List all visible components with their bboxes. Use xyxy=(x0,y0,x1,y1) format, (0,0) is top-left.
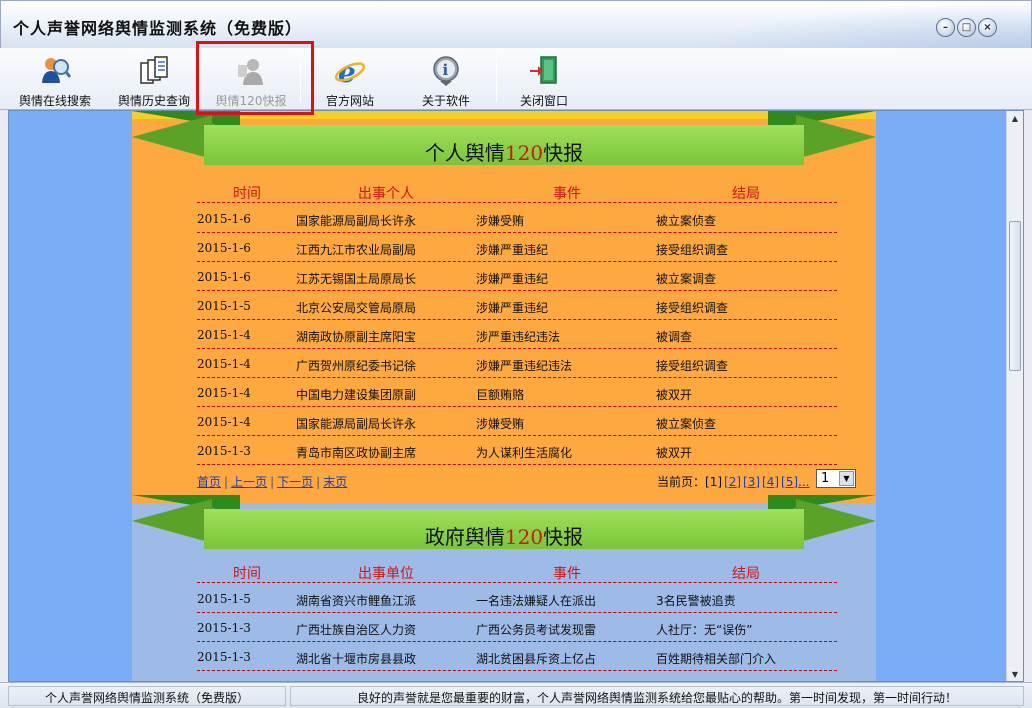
page-link-3[interactable]: [3] xyxy=(743,475,760,489)
history-query-button[interactable]: 舆情历史查询 xyxy=(109,52,199,108)
about-software-button[interactable]: i 关于软件 xyxy=(401,52,491,108)
exit-door-icon xyxy=(530,56,557,84)
pager: 首页 | 上一页 | 下一页 | 末页 当前页：[1] [2] [3] [4] [5]... 1 ▼ xyxy=(197,467,857,491)
table-row[interactable]: 2015-1-3 广西壮族自治区人力资 广西公务员考试发现雷 人社厅：无“误伤” xyxy=(197,613,837,642)
table-row[interactable]: 2015-1-6 江苏无锡国土局原局长 涉嫌严重违纪 被立案调查 xyxy=(197,262,837,291)
current-page-label: 当前页： xyxy=(657,475,706,489)
close-icon[interactable]: × xyxy=(978,18,997,37)
status-slogan: 良好的声誉就是您最重要的财富，个人声誉网络舆情监测系统给您最贴心的帮助。第一时间… xyxy=(290,686,1024,706)
chevron-down-icon[interactable]: ▼ xyxy=(839,471,854,486)
table-row[interactable]: 2015-1-4 广西贺州原纪委书记徐 涉嫌严重违纪违法 接受组织调查 xyxy=(197,349,837,378)
table-row[interactable]: 2015-1-4 国家能源局副局长许永 涉嫌受贿 被立案侦查 xyxy=(197,407,837,436)
table-row[interactable]: 2015-1-4 中国电力建设集团原副 巨额贿赂 被双开 xyxy=(197,378,837,407)
content-area: 个人舆情120快报 时间 出事个人 事件 结局 2015-1-6 国家能源局副局长… xyxy=(8,110,1024,682)
column-person: 出事个人 xyxy=(358,186,414,202)
toolbar: 舆情在线搜索 舆情历史查询 舆情120快报 e 官方网站 i 关于软件 关闭窗口 xyxy=(0,48,1032,110)
toolbar-separator xyxy=(496,54,497,102)
table-row[interactable]: 2015-1-3 青岛市南区政协副主席 为人谋利生活腐化 被双开 xyxy=(197,436,837,465)
page-link-5[interactable]: [5]... xyxy=(781,475,809,489)
table-row[interactable]: 2015-1-5 北京公安局交管局原局 涉嫌严重违纪 接受组织调查 xyxy=(197,291,837,320)
title-bar: 个人声誉网络舆情监测系统（免费版） – □ × xyxy=(0,0,1032,49)
online-search-label: 舆情在线搜索 xyxy=(18,94,91,108)
government-title: 政府舆情120快报 xyxy=(424,525,584,549)
table-row[interactable]: 2015-1-4 湖南政协原副主席阳宝 涉严重违纪违法 被调查 xyxy=(197,320,837,349)
person-search-icon xyxy=(42,58,71,83)
column-time: 时间 xyxy=(233,186,261,202)
window-title: 个人声誉网络舆情监测系统（免费版） xyxy=(13,19,303,38)
personal-banner: 个人舆情120快报 xyxy=(132,111,876,173)
column-result: 结局 xyxy=(732,186,760,202)
history-query-label: 舆情历史查询 xyxy=(117,94,190,108)
official-website-label: 官方网站 xyxy=(325,94,374,108)
highlight-box xyxy=(196,41,314,115)
news-page: 个人舆情120快报 时间 出事个人 事件 结局 2015-1-6 国家能源局副局长… xyxy=(132,111,876,681)
vertical-scrollbar[interactable]: ▲ ▼ xyxy=(1006,111,1023,681)
column-unit: 出事单位 xyxy=(358,566,414,582)
table-row[interactable]: 2015-1-6 江西九江市农业局副局 涉嫌严重违纪 接受组织调查 xyxy=(197,233,837,262)
scroll-down-icon[interactable]: ▼ xyxy=(1009,669,1021,681)
personal-title: 个人舆情120快报 xyxy=(424,141,584,165)
browser-e-icon: e xyxy=(334,56,366,87)
table-row[interactable]: 2015-1-3 湖北省十堰市房县县政 湖北贫困县斥资上亿占 百姓期待相关部门介入 xyxy=(197,642,837,671)
government-column-headers: 时间 出事单位 事件 结局 xyxy=(197,561,837,583)
personal-column-headers: 时间 出事个人 事件 结局 xyxy=(197,181,837,203)
close-window-label: 关闭窗口 xyxy=(519,94,568,108)
pager-nav: 首页 | 上一页 | 下一页 | 末页 xyxy=(197,475,348,489)
government-rows: 2015-1-5 湖南省资兴市鲤鱼江派 一名违法嫌疑人在派出 3名民警被追责 2015… xyxy=(197,584,837,671)
column-event: 事件 xyxy=(553,186,581,202)
page-link-2[interactable]: [2] xyxy=(724,475,741,489)
online-search-button[interactable]: 舆情在线搜索 xyxy=(10,52,100,108)
scrollbar-thumb[interactable] xyxy=(1009,221,1021,371)
status-bar: 个人声誉网络舆情监测系统（免费版） 良好的声誉就是您最重要的财富，个人声誉网络舆… xyxy=(0,682,1032,708)
prev-page-link[interactable]: 上一页 xyxy=(231,475,267,489)
personal-news-panel: 个人舆情120快报 时间 出事个人 事件 结局 2015-1-6 国家能源局副局长… xyxy=(132,111,876,495)
current-page-indicator: 当前页：[1] [2] [3] [4] [5]... xyxy=(657,473,809,490)
column-event: 事件 xyxy=(553,566,581,582)
minimize-icon[interactable]: – xyxy=(936,18,955,37)
government-news-panel: 政府舆情120快报 时间 出事单位 事件 结局 2015-1-5 湖南省资兴市鲤鱼… xyxy=(132,495,876,681)
page-link-4[interactable]: [4] xyxy=(762,475,779,489)
table-row[interactable]: 2015-1-5 湖南省资兴市鲤鱼江派 一名违法嫌疑人在派出 3名民警被追责 xyxy=(197,584,837,613)
first-page-link[interactable]: 首页 xyxy=(197,475,221,489)
about-software-label: 关于软件 xyxy=(421,94,470,108)
window-controls: – □ × xyxy=(936,18,997,37)
personal-rows: 2015-1-6 国家能源局副局长许永 涉嫌受贿 被立案侦查 2015-1-6 江西九江… xyxy=(197,204,837,465)
official-website-button[interactable]: e 官方网站 xyxy=(305,52,395,108)
scroll-up-icon[interactable]: ▲ xyxy=(1009,113,1021,125)
table-row[interactable]: 2015-1-6 国家能源局副局长许永 涉嫌受贿 被立案侦查 xyxy=(197,204,837,233)
svg-text:i: i xyxy=(443,61,449,79)
page-select[interactable]: 1 ▼ xyxy=(816,469,856,488)
status-app-name: 个人声誉网络舆情监测系统（免费版） xyxy=(8,686,286,706)
column-result: 结局 xyxy=(732,566,760,582)
last-page-link[interactable]: 末页 xyxy=(323,475,347,489)
maximize-icon[interactable]: □ xyxy=(957,18,976,37)
history-documents-icon xyxy=(140,56,168,84)
page-select-value: 1 xyxy=(821,471,830,486)
next-page-link[interactable]: 下一页 xyxy=(277,475,313,489)
close-window-button[interactable]: 关闭窗口 xyxy=(499,52,589,108)
column-time: 时间 xyxy=(233,566,261,582)
info-icon: i xyxy=(433,56,459,86)
page-link-1: [1] xyxy=(705,475,723,489)
government-banner: 政府舆情120快报 xyxy=(132,495,876,557)
